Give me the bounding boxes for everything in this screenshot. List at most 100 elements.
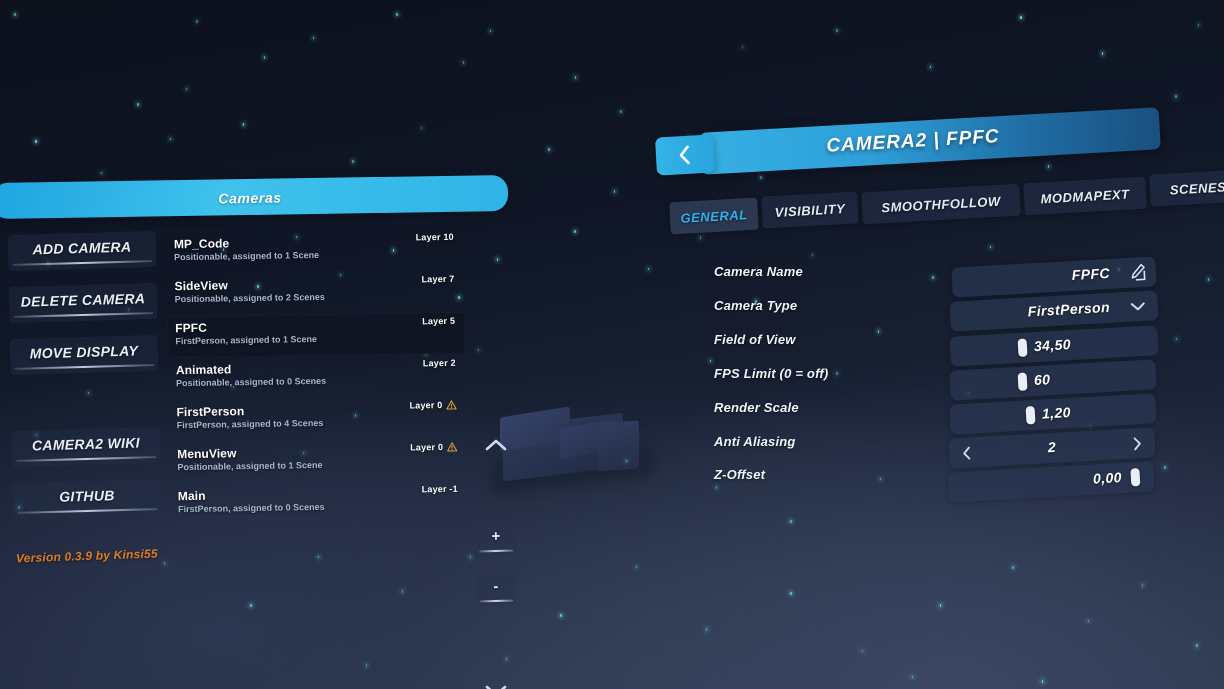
tab-modmapext[interactable]: MODMAPEXT: [1023, 177, 1147, 216]
setting-value: 1,20: [1042, 404, 1072, 422]
slider-handle[interactable]: [1018, 372, 1028, 390]
star-particle: [560, 614, 562, 617]
camera-layer-badge: Layer 0: [409, 400, 456, 411]
chevron-up-icon: [485, 438, 507, 451]
camera-layer-label: Layer 0: [409, 400, 442, 411]
camera-layer-badge: Layer 5: [422, 316, 455, 327]
cameras-panel: Cameras ADD CAMERA DELETE CAMERA MOVE DISP…: [0, 175, 508, 585]
star-particle: [706, 628, 707, 631]
warning-icon: [446, 400, 456, 410]
star-particle: [396, 13, 398, 16]
camera-layer-badge: Layer 2: [423, 358, 456, 369]
star-particle: [170, 138, 171, 140]
minus-underline: [479, 600, 513, 603]
slider-handle[interactable]: [1130, 468, 1140, 486]
camera-layer-badge: Layer 10: [416, 232, 454, 243]
move-display-button-underline: [15, 364, 155, 370]
star-particle: [264, 56, 265, 59]
star-particle: [1196, 644, 1198, 647]
setting-value: 0,00: [1093, 469, 1123, 487]
star-particle: [137, 103, 139, 106]
slider-handle[interactable]: [1026, 406, 1036, 424]
camera-list-item[interactable]: Main FirstPerson, assigned to 0 Scenes Lay…: [170, 480, 469, 527]
tab-label: MODMAPEXT: [1040, 186, 1130, 206]
setting-value: 34,50: [1034, 336, 1072, 354]
slider-handle[interactable]: [1018, 339, 1028, 357]
camera-layer-badge: Layer 7: [421, 274, 454, 285]
zoom-out-button[interactable]: -: [477, 575, 516, 606]
camera-list-item[interactable]: MenuView Positionable, assigned to 1 Scen…: [169, 438, 468, 485]
star-particle: [862, 650, 863, 652]
camera-layer-badge: Layer -1: [422, 484, 458, 495]
camera-list-item[interactable]: MP_Code Positionable, assigned to 1 Scene…: [166, 228, 465, 275]
camera-list: MP_Code Positionable, assigned to 1 Scene…: [166, 228, 469, 527]
camera-layer-label: Layer 10: [416, 232, 454, 243]
setting-value: 60: [1034, 371, 1051, 388]
chevron-down-icon[interactable]: [1130, 301, 1147, 312]
star-particle: [940, 604, 941, 607]
star-particle: [1088, 620, 1089, 622]
plus-underline: [479, 550, 513, 553]
camera2-wiki-button-underline: [16, 456, 156, 462]
star-particle: [463, 61, 464, 64]
camera-list-item[interactable]: FPFC FirstPerson, assigned to 1 Scene Laye…: [167, 312, 466, 359]
setting-label-anti-aliasing: Anti Aliasing: [714, 434, 796, 449]
move-display-button[interactable]: MOVE DISPLAY: [10, 335, 159, 375]
camera-layer-label: Layer 5: [422, 316, 455, 327]
star-particle: [930, 66, 931, 68]
github-button[interactable]: GITHUB: [12, 479, 161, 519]
star-particle: [636, 566, 637, 568]
setting-label-field-of-view: Field of View: [714, 332, 796, 347]
settings-title-bar: CAMERA2 | FPFC: [699, 107, 1161, 175]
camera2-wiki-button[interactable]: CAMERA2 WIKI: [11, 427, 160, 467]
camera-layer-label: Layer 7: [421, 274, 454, 285]
star-particle: [490, 30, 491, 32]
zoom-in-button[interactable]: +: [477, 525, 516, 556]
camera-list-item[interactable]: FirstPerson FirstPerson, assigned to 4 Sc…: [168, 396, 467, 443]
star-particle: [1012, 566, 1014, 569]
github-button-underline: [17, 508, 157, 514]
star-particle: [313, 37, 314, 39]
star-particle: [14, 13, 16, 16]
setting-value: 2: [949, 433, 1156, 460]
tab-label: SCENES: [1169, 179, 1224, 197]
chevron-left-icon: [677, 145, 692, 166]
tab-scenes[interactable]: SCENES: [1149, 169, 1224, 206]
star-particle: [574, 230, 576, 233]
camera2-wiki-button-label: CAMERA2 WIKI: [11, 434, 159, 454]
app-root: Cameras ADD CAMERA DELETE CAMERA MOVE DISP…: [0, 0, 1224, 689]
star-particle: [620, 110, 622, 113]
edit-pencil-icon[interactable]: [1127, 263, 1146, 282]
tab-label: VISIBILITY: [774, 201, 845, 220]
github-button-label: GITHUB: [13, 486, 161, 506]
tab-general[interactable]: GENERAL: [669, 198, 759, 235]
setting-label-render-scale: Render Scale: [714, 400, 799, 415]
camera-list-item[interactable]: SideView Positionable, assigned to 2 Scen…: [166, 270, 465, 317]
star-particle: [648, 268, 649, 270]
stepper-increment-icon[interactable]: [1131, 436, 1143, 452]
camera-layer-label: Layer 0: [410, 442, 443, 453]
star-particle: [186, 88, 187, 90]
add-camera-button[interactable]: ADD CAMERA: [8, 231, 157, 271]
cameras-panel-title: Cameras: [218, 190, 282, 207]
camera-list-item[interactable]: Animated Positionable, assigned to 0 Scen…: [168, 354, 467, 401]
setting-label-camera-name: Camera Name: [714, 264, 803, 279]
tab-visibility[interactable]: VISIBILITY: [761, 191, 859, 228]
page-title: CAMERA2 | FPFC: [700, 119, 1127, 165]
star-particle: [196, 20, 198, 23]
star-particle: [548, 148, 550, 151]
settings-tabs: GENERAL VISIBILITY SMOOTHFOLLOW MODMAPEXT SC…: [658, 166, 1224, 214]
scroll-up-button[interactable]: [479, 433, 513, 455]
star-particle: [1198, 24, 1199, 26]
setting-label-camera-type: Camera Type: [714, 298, 797, 313]
star-particle: [1102, 52, 1103, 55]
star-particle: [1020, 16, 1022, 19]
warning-icon: [447, 442, 457, 452]
move-display-button-label: MOVE DISPLAY: [10, 342, 158, 362]
setting-value: FPFC: [1071, 265, 1110, 283]
scroll-down-button[interactable]: [479, 679, 513, 689]
star-particle: [912, 676, 913, 678]
delete-camera-button[interactable]: DELETE CAMERA: [9, 283, 158, 323]
star-particle: [352, 160, 354, 163]
tab-smoothfollow[interactable]: SMOOTHFOLLOW: [861, 184, 1021, 225]
